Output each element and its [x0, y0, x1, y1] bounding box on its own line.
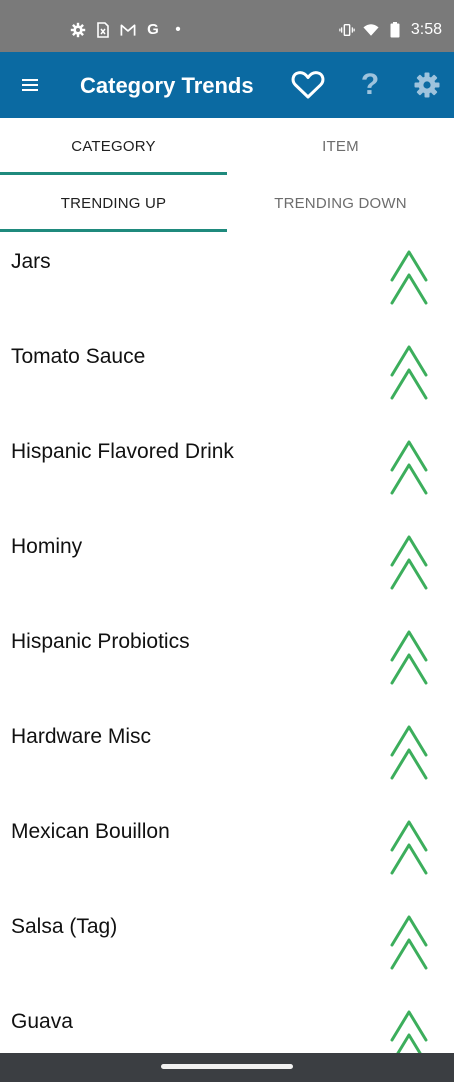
main-tab-bar: CATEGORY ITEM [0, 118, 454, 175]
google-g-icon: G [147, 21, 159, 38]
list-item[interactable]: Hispanic Flavored Drink [0, 422, 454, 517]
category-name: Jars [11, 250, 51, 273]
list-item[interactable]: Mexican Bouillon [0, 802, 454, 897]
trending-up-icon [390, 725, 428, 780]
trending-up-icon [390, 250, 428, 305]
system-icons: 3:58 [339, 18, 442, 42]
gmail-icon [120, 22, 136, 38]
page-title: Category Trends [80, 73, 254, 98]
menu-icon [22, 79, 38, 91]
trending-up-icon [390, 915, 428, 970]
tab-trending-up[interactable]: TRENDING UP [0, 175, 227, 232]
favorites-button[interactable] [290, 67, 326, 103]
category-name: Mexican Bouillon [11, 820, 170, 843]
status-bar: G • 3:58 [0, 0, 454, 52]
tab-trending-down-label: TRENDING DOWN [274, 195, 407, 212]
tab-category-label: CATEGORY [71, 138, 156, 155]
settings-button[interactable] [409, 67, 445, 103]
notification-icons: G • [70, 18, 186, 42]
battery-icon [387, 22, 403, 38]
app-bar: Category Trends ? [0, 52, 454, 118]
category-name: Hispanic Flavored Drink [11, 440, 234, 463]
category-name: Hominy [11, 535, 83, 558]
settings-icon [414, 72, 440, 98]
list-item[interactable]: Hardware Misc [0, 707, 454, 802]
category-name: Guava [11, 1010, 73, 1033]
trending-up-icon [390, 345, 428, 400]
category-name: Hardware Misc [11, 725, 152, 748]
category-name: Salsa (Tag) [11, 915, 118, 938]
list-item[interactable]: Hominy [0, 517, 454, 612]
trending-up-icon [390, 440, 428, 495]
tab-trending-up-label: TRENDING UP [60, 195, 167, 212]
dot-icon: • [175, 21, 181, 38]
tab-trending-down[interactable]: TRENDING DOWN [227, 175, 454, 232]
tab-category[interactable]: CATEGORY [0, 118, 227, 175]
document-x-icon [95, 22, 111, 38]
help-button[interactable]: ? [352, 67, 388, 103]
help-icon: ? [360, 68, 380, 101]
list-item[interactable]: Jars [0, 232, 454, 327]
navigation-bar [0, 1053, 454, 1082]
list-item[interactable]: Hispanic Probiotics [0, 612, 454, 707]
category-name: Tomato Sauce [11, 345, 146, 368]
app-root: G • 3:58 Category Trends ? CATEGORY ITEM… [0, 0, 454, 1082]
wifi-icon [363, 22, 379, 38]
heart-icon [291, 71, 325, 99]
trending-up-icon [390, 820, 428, 875]
tab-item-label: ITEM [322, 138, 359, 155]
menu-button[interactable] [20, 73, 42, 97]
home-gesture-handle[interactable] [161, 1064, 293, 1069]
tab-item[interactable]: ITEM [227, 118, 454, 175]
gear-icon [70, 22, 86, 38]
vibrate-icon [339, 22, 355, 38]
trend-tab-bar: TRENDING UP TRENDING DOWN [0, 175, 454, 232]
category-name: Hispanic Probiotics [11, 630, 190, 653]
status-time: 3:58 [410, 21, 442, 38]
trending-up-icon [390, 535, 428, 590]
trending-up-icon [390, 630, 428, 685]
list-item[interactable]: Salsa (Tag) [0, 897, 454, 992]
list-item[interactable]: Tomato Sauce [0, 327, 454, 422]
category-list: Jars Tomato Sauce Hispanic Flavored Drink H… [0, 232, 454, 1082]
